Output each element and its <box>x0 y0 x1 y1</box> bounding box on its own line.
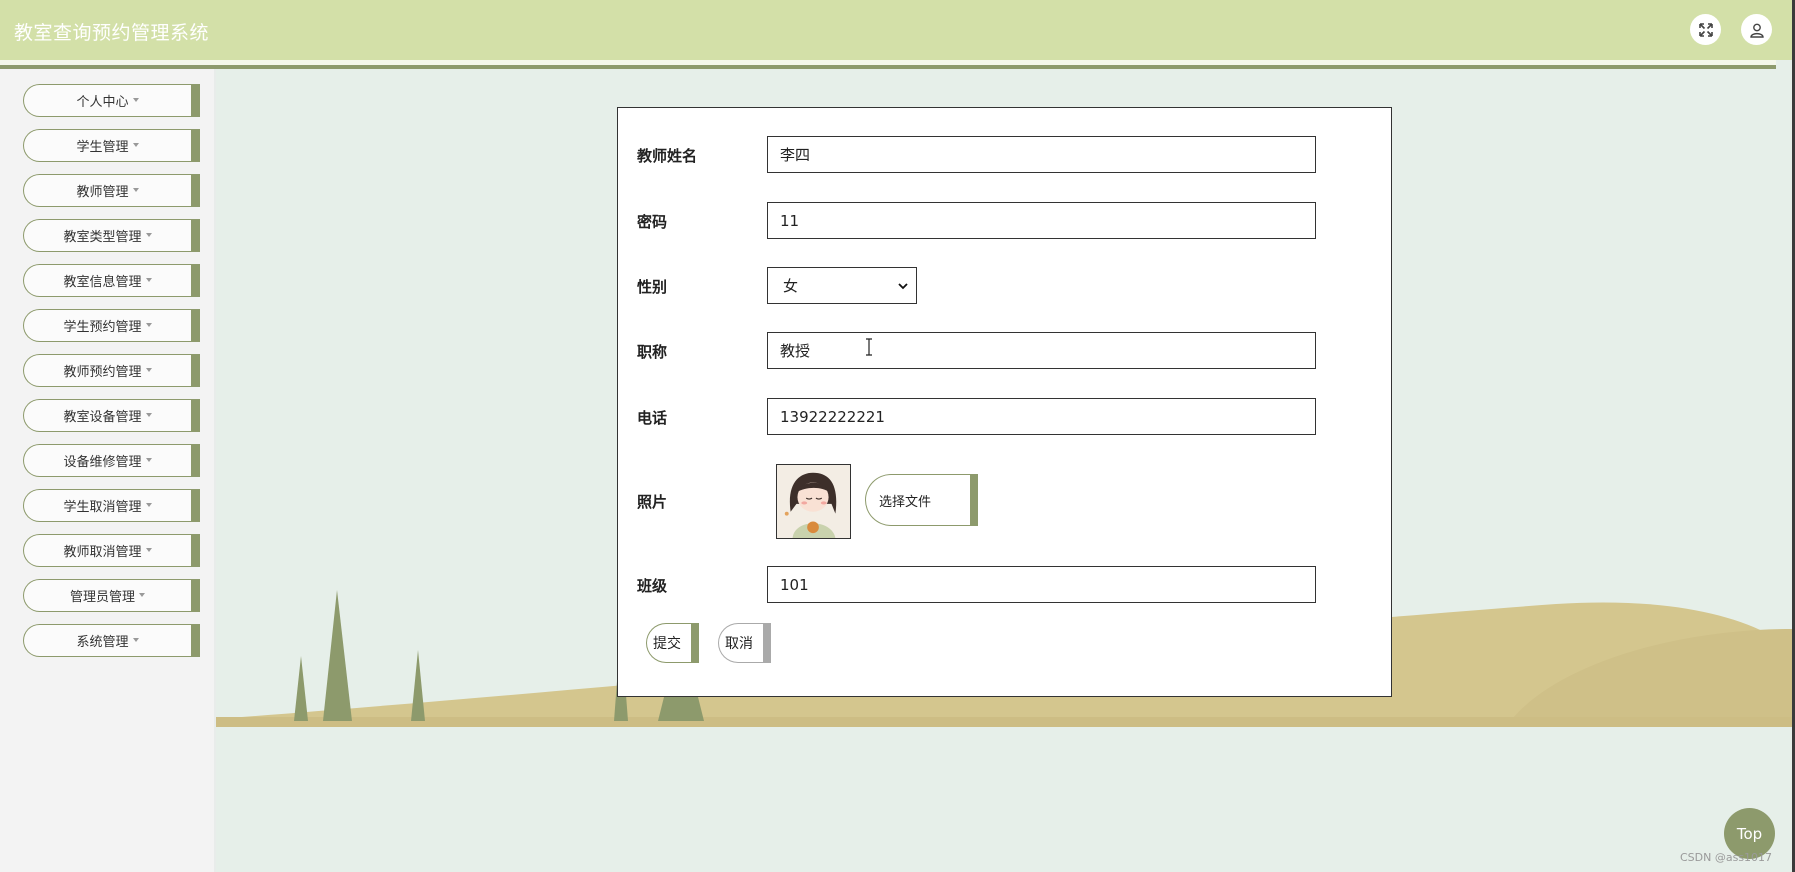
avatar-illustration <box>777 465 850 538</box>
gender-label: 性别 <box>637 278 668 296</box>
sidebar-item-admins[interactable]: 管理员管理 <box>23 579 200 612</box>
sidebar-item-student-cancellations[interactable]: 学生取消管理 <box>23 489 200 522</box>
caret-down-icon <box>132 142 139 147</box>
caret-down-icon <box>145 547 152 552</box>
sidebar-item-label: 系统管理 <box>76 635 129 650</box>
expand-icon <box>1698 22 1713 37</box>
job-title-input[interactable]: 教授 <box>767 332 1316 369</box>
cancel-button[interactable]: 取消 <box>718 623 771 663</box>
sidebar-item-teacher-cancellations[interactable]: 教师取消管理 <box>23 534 200 567</box>
caret-down-icon <box>145 232 152 237</box>
caret-down-icon <box>145 502 152 507</box>
choose-file-button[interactable]: 选择文件 <box>865 474 978 526</box>
sidebar-item-label: 管理员管理 <box>69 590 135 605</box>
job-title-label: 职称 <box>637 343 668 361</box>
sidebar-item-personal-center[interactable]: 个人中心 <box>23 84 200 117</box>
sidebar-item-label: 教师预约管理 <box>63 365 142 380</box>
password-input[interactable]: 11 <box>767 202 1316 239</box>
watermark: CSDN @ass1017 <box>1680 851 1773 864</box>
class-input[interactable]: 101 <box>767 566 1316 603</box>
user-button[interactable] <box>1741 14 1772 45</box>
teacher-name-value: 李四 <box>780 146 811 164</box>
text-cursor-icon <box>866 338 872 356</box>
caret-down-icon <box>145 412 152 417</box>
sidebar-item-label: 个人中心 <box>76 95 129 110</box>
sidebar-item-equipment-repair[interactable]: 设备维修管理 <box>23 444 200 477</box>
choose-file-label: 选择文件 <box>879 494 932 510</box>
fullscreen-button[interactable] <box>1690 14 1721 45</box>
sidebar-item-label: 教室设备管理 <box>63 410 142 425</box>
caret-down-icon <box>145 277 152 282</box>
sidebar-item-label: 设备维修管理 <box>63 455 142 470</box>
sidebar-item-classroom-equipment[interactable]: 教室设备管理 <box>23 399 200 432</box>
submit-button[interactable]: 提交 <box>646 623 699 663</box>
sidebar-item-label: 教室类型管理 <box>63 230 142 245</box>
sidebar-item-classroom-types[interactable]: 教室类型管理 <box>23 219 200 252</box>
sidebar-item-teacher-reservations[interactable]: 教师预约管理 <box>23 354 200 387</box>
submit-label: 提交 <box>653 636 681 652</box>
sidebar-item-label: 教室信息管理 <box>63 275 142 290</box>
caret-down-icon <box>145 457 152 462</box>
caret-down-icon <box>139 592 145 597</box>
sidebar-item-label: 学生取消管理 <box>63 500 142 515</box>
app-title: 教室查询预约管理系统 <box>14 22 210 44</box>
caret-down-icon <box>132 187 139 192</box>
sidebar-item-label: 教师管理 <box>76 185 129 200</box>
caret-down-icon <box>145 367 152 372</box>
top-header: 教室查询预约管理系统 <box>0 0 1795 60</box>
photo-label: 照片 <box>637 493 668 511</box>
phone-value: 13922222221 <box>780 407 885 426</box>
gender-select[interactable]: 女 <box>767 267 917 304</box>
teacher-edit-form: 教师姓名 李四 密码 11 性别 女 职称 教授 电话 13922222221 … <box>617 107 1392 697</box>
gender-value: 女 <box>783 277 799 295</box>
caret-down-icon <box>132 637 139 642</box>
teacher-name-label: 教师姓名 <box>637 147 698 165</box>
phone-label: 电话 <box>637 409 668 427</box>
password-value: 11 <box>780 211 800 230</box>
sidebar-item-label: 教师取消管理 <box>63 545 142 560</box>
teacher-photo <box>776 464 851 539</box>
sidebar: 个人中心 学生管理 教师管理 教室类型管理 教室信息管理 学生预约管理 教师预约… <box>0 69 216 872</box>
job-title-value: 教授 <box>780 342 811 360</box>
sidebar-item-student-reservations[interactable]: 学生预约管理 <box>23 309 200 342</box>
sidebar-item-system[interactable]: 系统管理 <box>23 624 200 657</box>
phone-input[interactable]: 13922222221 <box>767 398 1316 435</box>
chevron-down-icon <box>898 282 908 289</box>
sidebar-item-label: 学生预约管理 <box>63 320 142 335</box>
sidebar-item-students[interactable]: 学生管理 <box>23 129 200 162</box>
sidebar-item-teachers[interactable]: 教师管理 <box>23 174 200 207</box>
caret-down-icon <box>132 97 139 102</box>
back-to-top-label: Top <box>1736 824 1763 843</box>
password-label: 密码 <box>637 213 668 231</box>
caret-down-icon <box>145 322 152 327</box>
class-value: 101 <box>780 575 809 594</box>
user-icon <box>1749 23 1764 38</box>
cancel-label: 取消 <box>725 636 753 652</box>
sidebar-item-classroom-info[interactable]: 教室信息管理 <box>23 264 200 297</box>
teacher-name-input[interactable]: 李四 <box>767 136 1316 173</box>
sidebar-item-label: 学生管理 <box>76 140 129 155</box>
class-label: 班级 <box>637 577 668 595</box>
